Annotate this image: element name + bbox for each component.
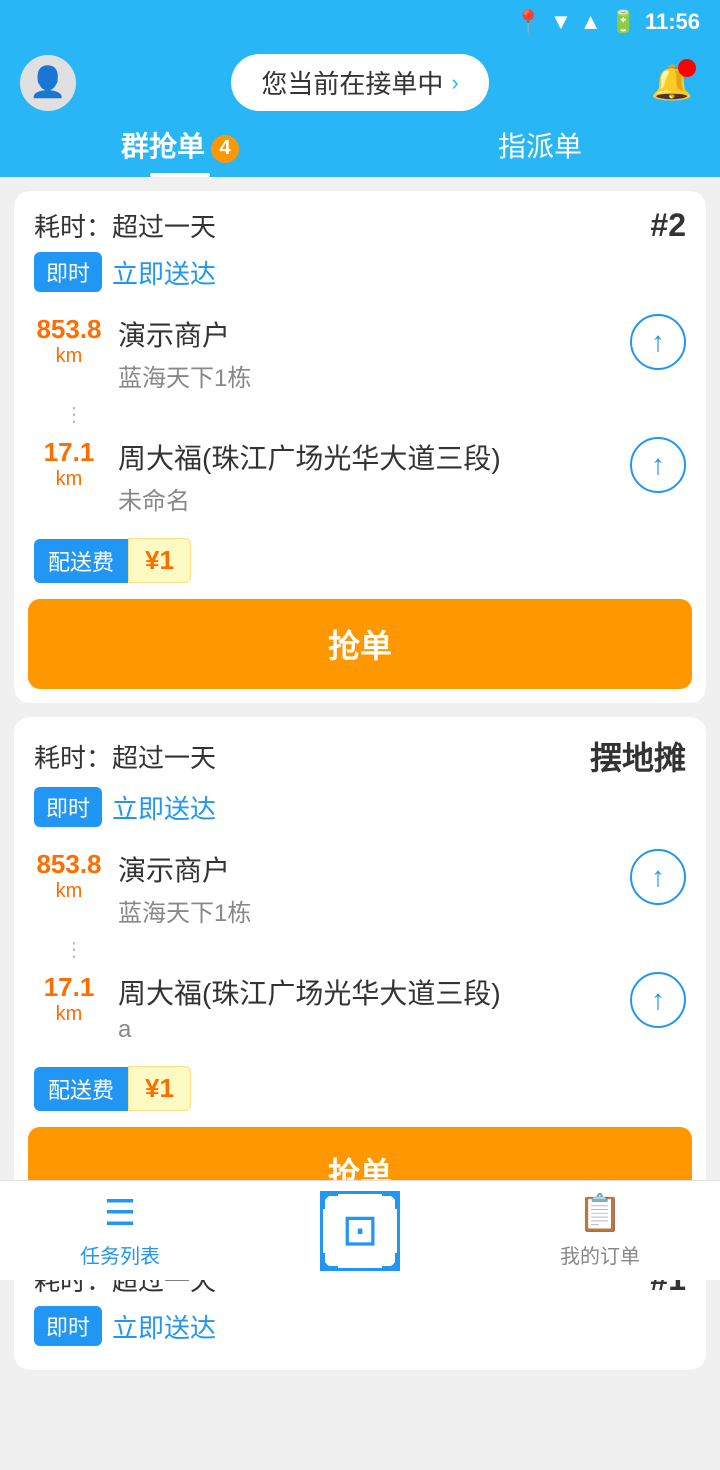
- to-name-2: 周大福(珠江广场光华大道三段): [118, 972, 616, 1012]
- from-dist-unit-2: km: [34, 880, 104, 903]
- user-icon: 👤: [29, 65, 66, 100]
- battery-icon: 🔋: [610, 9, 637, 35]
- from-distance-2: 853.8 km: [34, 849, 104, 903]
- nav-up-icon-1: ↑: [651, 326, 665, 358]
- to-dist-unit-2: km: [34, 1003, 104, 1026]
- notification-badge: [678, 59, 696, 77]
- to-info-2: 周大福(珠江广场光华大道三段) a: [118, 972, 616, 1044]
- instant-tag-1: 即时: [34, 252, 102, 292]
- tag-row-1: 即时 立即送达: [14, 252, 706, 304]
- location-icon: 📍: [515, 9, 542, 35]
- header: 👤 您当前在接单中 › 🔔: [0, 44, 720, 111]
- dots-1: ⋮: [34, 403, 686, 427]
- my-orders-label: 我的订单: [560, 1240, 640, 1269]
- tab-group-grab[interactable]: 群抢单4: [0, 125, 360, 177]
- to-distance-2: 17.1 km: [34, 972, 104, 1026]
- scan-corner-bl: [320, 1253, 338, 1271]
- nav-up-icon-2: ↑: [651, 861, 665, 893]
- time-label-2: 耗时：超过一天: [34, 738, 216, 775]
- tag-row-3: 即时 立即送达: [14, 1306, 706, 1358]
- tab-group-grab-label: 群抢单: [121, 131, 205, 162]
- time-display: 11:56: [645, 9, 700, 35]
- status-bar: 📍 ▼ ▲ 🔋 11:56: [0, 0, 720, 44]
- deliver-label-2: 立即送达: [112, 789, 216, 826]
- nav-task-list[interactable]: ☰ 任务列表: [0, 1181, 240, 1280]
- tab-assigned-label: 指派单: [498, 131, 582, 162]
- from-distance-1: 853.8 km: [34, 314, 104, 368]
- scan-corner-tr: [382, 1191, 400, 1209]
- fee-amount-1: ¥1: [128, 538, 191, 583]
- signal-icon: ▲: [580, 9, 602, 35]
- grab-button-1[interactable]: 抢单: [28, 599, 692, 689]
- from-name-1: 演示商户: [118, 314, 616, 354]
- nav-scan[interactable]: ⊡: [240, 1181, 480, 1280]
- status-pill[interactable]: 您当前在接单中 ›: [231, 54, 488, 111]
- from-address-1: 蓝海天下1栋: [118, 358, 616, 393]
- nav-up-icon-to-1: ↑: [651, 449, 665, 481]
- instant-tag-3: 即时: [34, 1306, 102, 1346]
- tab-assigned[interactable]: 指派单: [360, 125, 720, 177]
- deliver-label-1: 立即送达: [112, 254, 216, 291]
- card-header-2: 耗时：超过一天 摆地摊: [14, 717, 706, 787]
- avatar-button[interactable]: 👤: [20, 55, 76, 111]
- task-list-icon: ☰: [104, 1192, 136, 1234]
- from-nav-btn-1[interactable]: ↑: [630, 314, 686, 370]
- card-header-1: 耗时：超过一天 #2: [14, 191, 706, 252]
- locations-2: 853.8 km 演示商户 蓝海天下1栋 ↑ ⋮ 17.1 km 周大福(珠: [14, 839, 706, 1054]
- to-name-1: 周大福(珠江广场光华大道三段): [118, 437, 616, 477]
- locations-1: 853.8 km 演示商户 蓝海天下1栋 ↑ ⋮ 17.1 km: [14, 304, 706, 526]
- to-nav-btn-2[interactable]: ↑: [630, 972, 686, 1028]
- from-row-2: 853.8 km 演示商户 蓝海天下1栋 ↑: [34, 839, 686, 938]
- from-address-2: 蓝海天下1栋: [118, 893, 616, 928]
- tag-row-2: 即时 立即送达: [14, 787, 706, 839]
- scan-qr-icon: ⊡: [342, 1205, 379, 1256]
- from-dist-unit-1: km: [34, 345, 104, 368]
- order-num-2: 摆地摊: [590, 733, 686, 779]
- task-list-label: 任务列表: [80, 1240, 160, 1269]
- to-dist-unit-1: km: [34, 468, 104, 491]
- my-orders-icon: 📋: [578, 1192, 623, 1234]
- tab-group-grab-badge: 4: [211, 135, 239, 163]
- price-row-1: 配送费 ¥1: [14, 526, 706, 595]
- fee-label-1: 配送费: [34, 539, 128, 583]
- nav-my-orders[interactable]: 📋 我的订单: [480, 1181, 720, 1280]
- to-dist-num-1: 17.1: [34, 437, 104, 468]
- order-card-1: 耗时：超过一天 #2 即时 立即送达 853.8 km 演示商户 蓝海天下1栋 …: [14, 191, 706, 703]
- time-label-1: 耗时：超过一天: [34, 207, 216, 244]
- status-icons: 📍 ▼ ▲ 🔋 11:56: [515, 9, 700, 35]
- to-distance-1: 17.1 km: [34, 437, 104, 491]
- to-info-1: 周大福(珠江广场光华大道三段) 未命名: [118, 437, 616, 516]
- from-dist-num-2: 853.8: [34, 849, 104, 880]
- scan-button[interactable]: ⊡: [320, 1191, 400, 1271]
- to-row-1: 17.1 km 周大福(珠江广场光华大道三段) 未命名 ↑: [34, 427, 686, 526]
- tab-bar: 群抢单4 指派单: [0, 111, 720, 177]
- to-address-1: 未命名: [118, 481, 616, 516]
- scan-corner-br: [382, 1253, 400, 1271]
- status-text: 您当前在接单中: [261, 64, 443, 101]
- price-row-2: 配送费 ¥1: [14, 1054, 706, 1123]
- bottom-nav: ☰ 任务列表 ⊡ 📋 我的订单: [0, 1180, 720, 1280]
- to-nav-btn-1[interactable]: ↑: [630, 437, 686, 493]
- from-dist-num-1: 853.8: [34, 314, 104, 345]
- from-name-2: 演示商户: [118, 849, 616, 889]
- deliver-label-3: 立即送达: [112, 1308, 216, 1345]
- from-info-1: 演示商户 蓝海天下1栋: [118, 314, 616, 393]
- from-info-2: 演示商户 蓝海天下1栋: [118, 849, 616, 928]
- order-card-2: 耗时：超过一天 摆地摊 即时 立即送达 853.8 km 演示商户 蓝海天下1栋…: [14, 717, 706, 1231]
- fee-label-2: 配送费: [34, 1067, 128, 1111]
- wifi-icon: ▼: [550, 9, 572, 35]
- scan-corner-tl: [320, 1191, 338, 1209]
- instant-tag-2: 即时: [34, 787, 102, 827]
- status-arrow: ›: [451, 70, 458, 96]
- notification-button[interactable]: 🔔: [644, 55, 700, 111]
- to-address-2: a: [118, 1016, 616, 1044]
- fee-amount-2: ¥1: [128, 1066, 191, 1111]
- order-num-1: #2: [650, 207, 686, 244]
- from-row-1: 853.8 km 演示商户 蓝海天下1栋 ↑: [34, 304, 686, 403]
- dots-2: ⋮: [34, 938, 686, 962]
- from-nav-btn-2[interactable]: ↑: [630, 849, 686, 905]
- to-row-2: 17.1 km 周大福(珠江广场光华大道三段) a ↑: [34, 962, 686, 1054]
- nav-up-icon-to-2: ↑: [651, 984, 665, 1016]
- to-dist-num-2: 17.1: [34, 972, 104, 1003]
